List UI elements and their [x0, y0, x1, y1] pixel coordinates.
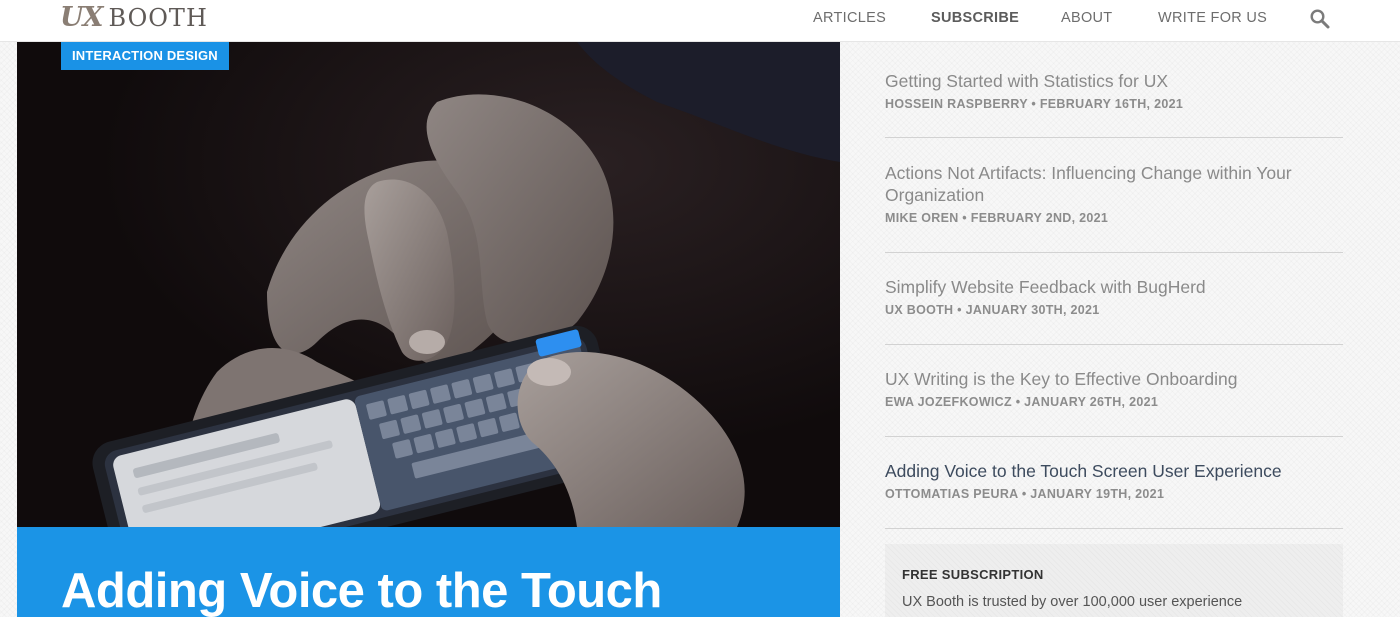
hero-title-banner: Adding Voice to the Touch [17, 527, 840, 617]
post-title[interactable]: Getting Started with Statistics for UX [885, 70, 1343, 92]
list-item[interactable]: UX Writing is the Key to Effective Onboa… [885, 368, 1343, 437]
subscription-text: UX Booth is trusted by over 100,000 user… [902, 594, 1243, 610]
list-item[interactable]: Getting Started with Statistics for UX H… [885, 70, 1343, 138]
site-header: UX BOOTH ARTICLES SUBSCRIBE ABOUT WRITE … [0, 0, 1400, 42]
post-title[interactable]: Actions Not Artifacts: Influencing Chang… [885, 162, 1325, 206]
post-meta: EWA JOZEFKOWICZ • JANUARY 26TH, 2021 [885, 395, 1159, 409]
nav-write-for-us[interactable]: WRITE FOR US [1158, 10, 1267, 26]
category-tag[interactable]: INTERACTION DESIGN [61, 42, 229, 70]
featured-article[interactable]: INTERACTION DESIGN Adding Voice to the T… [17, 42, 840, 617]
logo-booth: BOOTH [108, 4, 208, 32]
logo-ux: UX [60, 2, 103, 33]
nav-about[interactable]: ABOUT [1061, 10, 1112, 26]
post-title[interactable]: UX Writing is the Key to Effective Onboa… [885, 368, 1343, 390]
post-meta: MIKE OREN • FEBRUARY 2ND, 2021 [885, 211, 1109, 225]
post-title[interactable]: Simplify Website Feedback with BugHerd [885, 276, 1343, 298]
nav-subscribe[interactable]: SUBSCRIBE [931, 10, 1019, 26]
list-item[interactable]: Actions Not Artifacts: Influencing Chang… [885, 162, 1343, 253]
nav-articles[interactable]: ARTICLES [813, 10, 886, 26]
list-item[interactable]: Adding Voice to the Touch Screen User Ex… [885, 460, 1343, 529]
hero-title[interactable]: Adding Voice to the Touch [61, 563, 662, 617]
subscription-box: FREE SUBSCRIPTION UX Booth is trusted by… [885, 544, 1343, 617]
site-logo[interactable]: UX BOOTH [60, 2, 208, 36]
post-title[interactable]: Adding Voice to the Touch Screen User Ex… [885, 460, 1343, 482]
list-item[interactable]: Simplify Website Feedback with BugHerd U… [885, 276, 1343, 345]
post-meta: OTTOMATIAS PEURA • JANUARY 19TH, 2021 [885, 487, 1165, 501]
post-meta: HOSSEIN RASPBERRY • FEBRUARY 16TH, 2021 [885, 97, 1184, 111]
search-icon[interactable] [1309, 8, 1331, 30]
hero-image [17, 42, 840, 527]
post-meta: UX BOOTH • JANUARY 30TH, 2021 [885, 303, 1100, 317]
subscription-heading: FREE SUBSCRIPTION [902, 567, 1044, 582]
